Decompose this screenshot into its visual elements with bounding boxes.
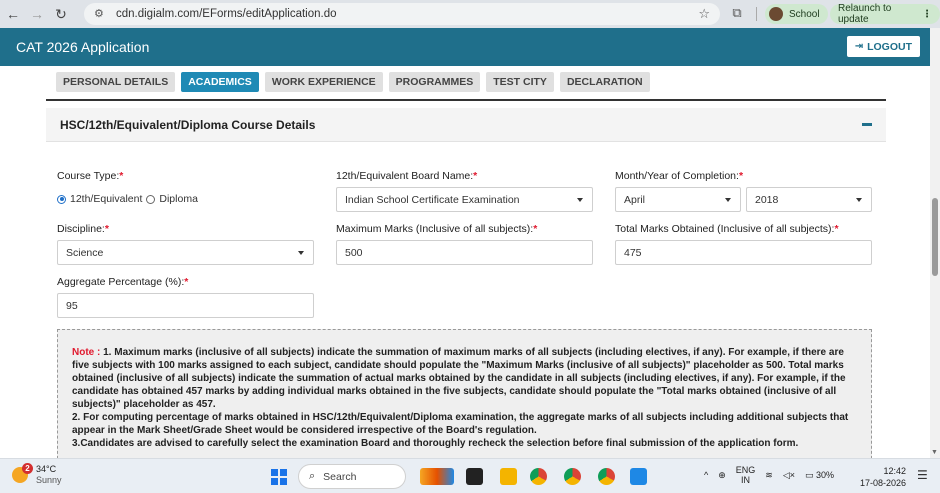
tab-academics[interactable]: ACADEMICS (181, 72, 259, 92)
course-type-label: Course Type:* (57, 170, 124, 182)
max-marks-input[interactable]: 500 (336, 240, 593, 265)
widget-icon[interactable] (420, 468, 454, 485)
avatar (769, 7, 783, 21)
volume-icon[interactable]: ◁× (783, 470, 795, 481)
radio-12th-equivalent[interactable] (57, 194, 66, 204)
battery-indicator[interactable]: ▭ 30% (805, 470, 834, 481)
total-marks-label: Total Marks Obtained (Inclusive of all s… (615, 223, 839, 235)
forward-icon[interactable]: → (26, 3, 48, 25)
pen-icon[interactable]: ⊕ (718, 470, 726, 481)
logout-button[interactable]: ⇥ LOGOUT (846, 36, 920, 57)
relaunch-button[interactable]: Relaunch to update ⋮ (830, 3, 940, 25)
year-value: 2018 (755, 193, 779, 206)
tab-divider (46, 99, 886, 101)
taskbar-search[interactable]: ⌕ Search (298, 464, 406, 489)
section-header[interactable]: HSC/12th/Equivalent/Diploma Course Detai… (46, 108, 886, 142)
month-select[interactable]: April (615, 187, 741, 212)
site-info-icon[interactable]: ⚙ (94, 7, 108, 21)
url-text: cdn.digialm.com/EForms/editApplication.d… (116, 8, 337, 20)
page-title: CAT 2026 Application (16, 39, 150, 55)
reload-icon[interactable]: ↻ (50, 3, 72, 25)
search-label: Search (323, 470, 357, 483)
bookmark-star-icon[interactable]: ☆ (698, 6, 710, 22)
chevron-down-icon (725, 198, 731, 202)
file-explorer-icon[interactable] (500, 468, 517, 485)
scroll-down-arrow-icon[interactable]: ▼ (931, 449, 938, 456)
chevron-down-icon (856, 198, 862, 202)
profile-button[interactable]: School (765, 4, 828, 24)
note-paragraph-3: 3.Candidates are advised to carefully se… (72, 438, 799, 449)
logout-icon: ⇥ (854, 41, 864, 52)
tab-declaration[interactable]: DECLARATION (559, 72, 650, 92)
profile-label: School (789, 8, 820, 20)
chrome-profile-icon[interactable] (564, 468, 581, 485)
note-box: Note : 1. Maximum marks (inclusive of al… (57, 329, 872, 464)
note-paragraph-2: 2. For computing percentage of marks obt… (72, 412, 849, 436)
chrome-icon[interactable] (530, 468, 547, 485)
radio-diploma[interactable] (146, 194, 156, 204)
sun-icon: 2 (12, 463, 33, 483)
relaunch-label: Relaunch to update (838, 3, 892, 25)
browser-toolbar: ← → ↻ ⚙ cdn.digialm.com/EForms/editAppli… (0, 0, 940, 28)
discipline-label: Discipline:* (57, 223, 109, 235)
max-marks-value: 500 (345, 246, 363, 259)
menu-dots-icon: ⋮ (922, 8, 932, 20)
tab-programmes[interactable]: PROGRAMMES (388, 72, 481, 92)
max-marks-label: Maximum Marks (Inclusive of all subjects… (336, 223, 538, 235)
wifi-icon[interactable]: ≋ (765, 470, 773, 481)
discipline-select[interactable]: Science (57, 240, 314, 265)
task-view-icon[interactable] (466, 468, 483, 485)
taskbar: 2 34°C Sunny ⌕ Search ^ ⊕ ENG IN ≋ ◁× ▭ 3… (0, 458, 940, 493)
weather-temp: 34°C (36, 464, 57, 474)
note-paragraph-1: Note : 1. Maximum marks (inclusive of al… (72, 347, 846, 410)
board-name-value: Indian School Certificate Examination (345, 193, 520, 206)
radio-diploma-label[interactable]: Diploma (159, 193, 198, 205)
radio-12th-label[interactable]: 12th/Equivalent (70, 193, 142, 205)
year-select[interactable]: 2018 (746, 187, 872, 212)
chevron-down-icon (298, 251, 304, 255)
chevron-down-icon (577, 198, 583, 202)
system-tray: ^ ⊕ ENG IN ≋ ◁× ▭ 30% (704, 465, 844, 485)
section-tabs: PERSONAL DETAILS ACADEMICS WORK EXPERIEN… (56, 72, 650, 92)
weather-condition: Sunny (36, 475, 62, 485)
chevron-up-icon[interactable]: ^ (704, 470, 708, 480)
total-marks-value: 475 (624, 246, 642, 259)
scrollbar-thumb[interactable] (932, 198, 938, 276)
weather-widget[interactable]: 2 34°C Sunny (12, 463, 62, 486)
weather-badge: 2 (22, 463, 33, 474)
tab-work-experience[interactable]: WORK EXPERIENCE (264, 72, 383, 92)
total-marks-input[interactable]: 475 (615, 240, 872, 265)
store-icon[interactable] (630, 468, 647, 485)
address-bar[interactable]: ⚙ cdn.digialm.com/EForms/editApplication… (84, 3, 720, 25)
time: 12:42 (883, 466, 907, 476)
aggregate-value: 95 (66, 299, 78, 312)
page-scrollbar[interactable]: ▼ (930, 28, 940, 458)
windows-start-icon[interactable] (271, 469, 287, 485)
notification-icon[interactable]: ☰ (917, 468, 928, 482)
section-title: HSC/12th/Equivalent/Diploma Course Detai… (60, 117, 316, 132)
discipline-value: Science (66, 246, 104, 259)
month-value: April (624, 193, 646, 206)
language-indicator[interactable]: ENG IN (736, 465, 756, 485)
main-content: PERSONAL DETAILS ACADEMICS WORK EXPERIEN… (46, 66, 886, 464)
board-name-label: 12th/Equivalent Board Name:* (336, 170, 478, 182)
collapse-minus-icon[interactable] (862, 123, 872, 126)
clock[interactable]: 12:42 17-08-2026 (860, 465, 906, 489)
app-header: CAT 2026 Application ⇥ LOGOUT (0, 28, 930, 66)
aggregate-input[interactable]: 95 (57, 293, 314, 318)
logout-label: LOGOUT (867, 40, 912, 53)
date: 17-08-2026 (860, 478, 907, 488)
back-icon[interactable]: ← (2, 3, 24, 25)
completion-label: Month/Year of Completion:* (615, 170, 744, 182)
aggregate-label: Aggregate Percentage (%):* (57, 276, 189, 288)
tab-test-city[interactable]: TEST CITY (486, 72, 554, 92)
tab-personal-details[interactable]: PERSONAL DETAILS (56, 72, 176, 92)
toolbar-separator (756, 7, 757, 21)
chrome-alt-icon[interactable] (598, 468, 615, 485)
course-type-radios: 12th/Equivalent Diploma (57, 193, 198, 205)
extensions-icon[interactable]: ⧉ (728, 5, 746, 23)
search-icon: ⌕ (309, 470, 316, 482)
board-name-select[interactable]: Indian School Certificate Examination (336, 187, 593, 212)
